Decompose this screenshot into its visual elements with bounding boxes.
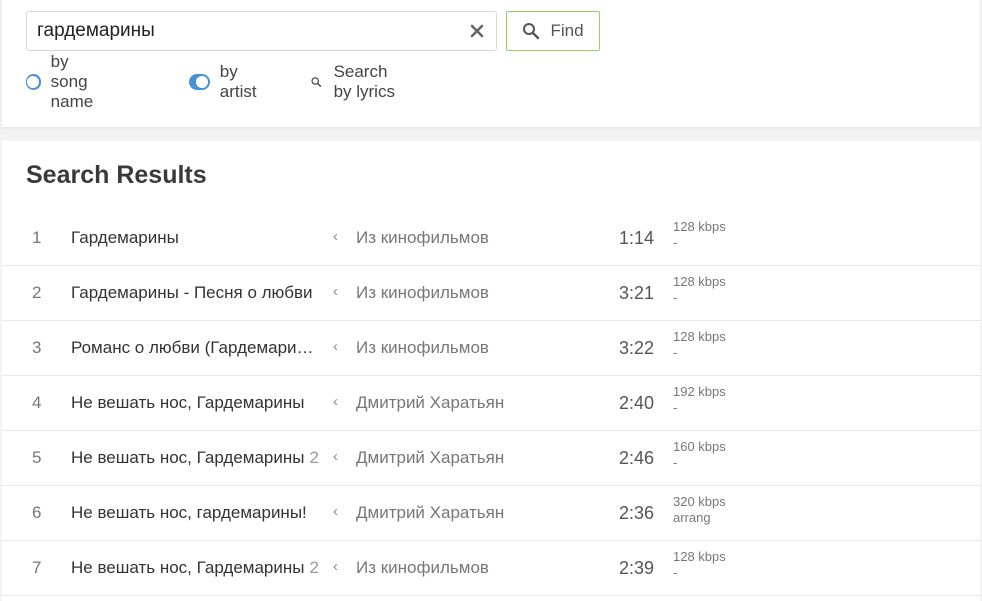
track-duration: 1:14 <box>619 228 655 248</box>
track-duration: 2:40 <box>619 393 655 413</box>
track-bitrate: 160 kbps <box>673 439 726 454</box>
track-number: 5 <box>32 448 42 467</box>
track-title-text: Не вешать нос, Гардемарины <box>71 393 305 412</box>
track-duration: 2:36 <box>619 503 655 523</box>
track-info: 160 kbps - <box>673 439 726 471</box>
track-title-text: Гардемарины - Песня о любви <box>71 283 313 302</box>
track-row[interactable]: 4 Не вешать нос, Гардемарины ‹ Дмитрий Хара… <box>2 376 980 431</box>
chevron-left-icon: ‹ <box>333 228 338 245</box>
find-button[interactable]: Find <box>506 11 600 51</box>
track-version: 2 <box>309 558 319 577</box>
track-note: - <box>673 345 678 360</box>
track-number: 1 <box>32 228 42 247</box>
results-panel: Search Results 1 Гардемарины ‹ Из кинофильм… <box>2 141 980 601</box>
track-duration: 3:22 <box>619 338 655 358</box>
track-artist[interactable]: Дмитрий Харатьян <box>356 393 504 413</box>
track-info: 128 kbps - <box>673 219 726 251</box>
track-title-text: Не вешать нос, Гардемарины <box>71 448 305 467</box>
track-number: 3 <box>32 338 42 357</box>
track-duration: 2:39 <box>619 558 655 578</box>
by-song-name-toggle[interactable] <box>26 74 41 90</box>
track-bitrate: 128 kbps <box>673 329 726 344</box>
by-song-name-label: by song name <box>50 52 94 111</box>
track-artist[interactable]: Дмитрий Харатьян <box>356 503 504 523</box>
track-row[interactable]: 5 Не вешать нос, Гардемарины 2 ‹ Дмитрий Хар… <box>2 431 980 486</box>
chevron-left-icon: ‹ <box>333 338 338 355</box>
track-number: 6 <box>32 503 42 522</box>
track-note: - <box>673 565 678 580</box>
track-note: - <box>673 400 678 415</box>
track-artist[interactable]: Из кинофильмов <box>356 283 489 303</box>
by-song-name-option[interactable]: by song name <box>26 52 107 111</box>
results-title: Search Results <box>26 161 207 189</box>
by-artist-toggle[interactable] <box>189 74 210 90</box>
search-input[interactable] <box>27 12 457 50</box>
track-number: 4 <box>32 393 42 412</box>
track-title-text: Романс о любви (Гардемарины, вперёд!) <box>71 338 321 357</box>
by-artist-label: by artist <box>219 62 257 101</box>
search-box <box>26 11 497 51</box>
track-info: 128 kbps - <box>673 549 726 581</box>
clear-icon[interactable] <box>468 22 486 40</box>
track-info: 192 kbps - <box>673 384 726 416</box>
search-icon <box>311 77 322 87</box>
track-bitrate: 320 kbps <box>673 494 726 509</box>
track-bitrate: 128 kbps <box>673 219 726 234</box>
track-info: 320 kbps arrang <box>673 494 726 526</box>
track-note: - <box>673 455 678 470</box>
track-row[interactable]: 7 Не вешать нос, Гардемарины 2 ‹ Из кинофиль… <box>2 541 980 596</box>
track-note: - <box>673 235 678 250</box>
by-artist-option[interactable]: by artist <box>189 62 264 101</box>
track-note: - <box>673 290 678 305</box>
track-title-text: Не вешать нос, Гардемарины <box>71 558 305 577</box>
track-bitrate: 128 kbps <box>673 274 726 289</box>
track-title-text: Гардемарины <box>71 228 179 247</box>
track-title[interactable]: Не вешать нос, Гардемарины <box>71 393 321 413</box>
track-duration: 3:21 <box>619 283 655 303</box>
track-row[interactable]: 6 Не вешать нос, гардемарины! ‹ Дмитрий Хар… <box>2 486 980 541</box>
track-list: 1 Гардемарины ‹ Из кинофильмов 1:14 128 kbps -… <box>2 211 980 596</box>
chevron-left-icon: ‹ <box>333 448 338 465</box>
search-panel: Find by song name by artist Search by ly… <box>2 0 980 127</box>
track-number: 2 <box>32 283 42 302</box>
chevron-left-icon: ‹ <box>333 393 338 410</box>
track-artist[interactable]: Дмитрий Харатьян <box>356 448 504 468</box>
track-artist[interactable]: Из кинофильмов <box>356 338 489 358</box>
track-title[interactable]: Гардемарины - Песня о любви <box>71 283 321 303</box>
track-bitrate: 128 kbps <box>673 549 726 564</box>
track-title[interactable]: Романс о любви (Гардемарины, вперёд!) <box>71 338 321 358</box>
track-title[interactable]: Гардемарины <box>71 228 321 248</box>
search-by-lyrics-label: Search by lyrics <box>333 62 395 101</box>
track-title[interactable]: Не вешать нос, гардемарины! <box>71 503 321 523</box>
search-by-lyrics-link[interactable]: Search by lyrics <box>311 62 397 101</box>
chevron-left-icon: ‹ <box>333 283 338 300</box>
chevron-left-icon: ‹ <box>333 503 338 520</box>
search-icon <box>523 23 540 40</box>
track-number: 7 <box>32 558 42 577</box>
track-row[interactable]: 2 Гардемарины - Песня о любви ‹ Из кинофиль… <box>2 266 980 321</box>
track-row[interactable]: 3 Романс о любви (Гардемарины, вперёд!) ‹ И… <box>2 321 980 376</box>
chevron-left-icon: ‹ <box>333 558 338 575</box>
track-note: arrang <box>673 510 711 525</box>
track-title-text: Не вешать нос, гардемарины! <box>71 503 307 522</box>
track-info: 128 kbps - <box>673 329 726 361</box>
find-button-label: Find <box>550 21 584 40</box>
track-version: 2 <box>309 448 319 467</box>
track-title[interactable]: Не вешать нос, Гардемарины 2 <box>71 448 321 468</box>
track-artist[interactable]: Из кинофильмов <box>356 228 489 248</box>
track-info: 128 kbps - <box>673 274 726 306</box>
track-title[interactable]: Не вешать нос, Гардемарины 2 <box>71 558 321 578</box>
track-row[interactable]: 1 Гардемарины ‹ Из кинофильмов 1:14 128 kbps - <box>2 211 980 266</box>
track-artist[interactable]: Из кинофильмов <box>356 558 489 578</box>
track-duration: 2:46 <box>619 448 655 468</box>
track-bitrate: 192 kbps <box>673 384 726 399</box>
